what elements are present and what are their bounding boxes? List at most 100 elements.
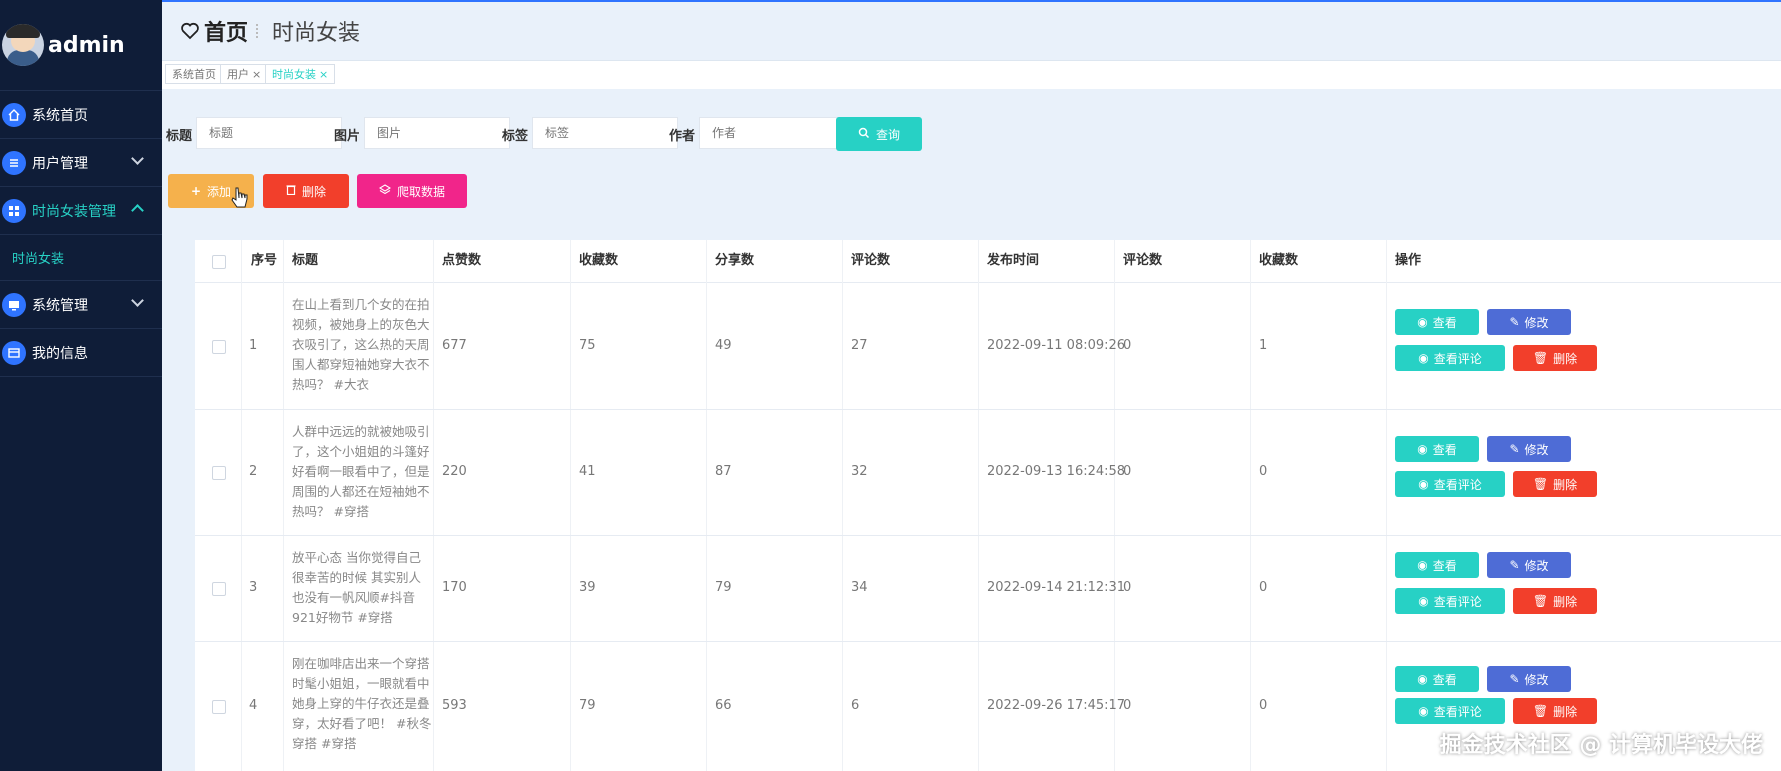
sidebar-item-home[interactable]: 系统首页 bbox=[0, 91, 162, 139]
button-label: 查询 bbox=[875, 127, 900, 142]
cell-index: 1 bbox=[249, 338, 258, 353]
row-delete-button[interactable]: 🗑 删除 bbox=[1513, 698, 1597, 724]
cell-comments: 32 bbox=[851, 464, 868, 479]
sidebar-item-system-management[interactable]: 系统管理 bbox=[0, 281, 162, 329]
button-label: 查看 bbox=[1432, 315, 1457, 330]
view-comments-button[interactable]: ◉ 查看评论 bbox=[1395, 588, 1505, 614]
layers-icon bbox=[378, 183, 392, 199]
select-all-checkbox[interactable] bbox=[212, 255, 226, 269]
cell-title: 人群中远远的就被她吸引了，这个小姐姐的斗篷好好看啊一眼看中了，但是周围的人都还在… bbox=[292, 424, 430, 519]
row-delete-button[interactable]: 🗑 删除 bbox=[1513, 345, 1597, 371]
button-label: 添加 bbox=[207, 184, 232, 199]
cell-title: 放平心态 当你觉得自己很幸苦的时候 其实别人也没有一帆风顺#抖音921好物节 #… bbox=[292, 550, 421, 625]
row-checkbox[interactable] bbox=[212, 582, 226, 596]
cell-likes: 677 bbox=[442, 338, 467, 353]
row-delete-button[interactable]: 🗑 删除 bbox=[1513, 471, 1597, 497]
breadcrumb-home[interactable]: 首页 bbox=[204, 15, 248, 47]
close-icon[interactable]: × bbox=[252, 68, 261, 81]
sidebar-item-fashion-management[interactable]: 时尚女装管理 bbox=[0, 187, 162, 235]
edit-button[interactable]: ✎ 修改 bbox=[1487, 552, 1571, 578]
list-icon bbox=[2, 150, 26, 175]
avatar[interactable] bbox=[2, 24, 44, 66]
close-icon[interactable]: × bbox=[319, 68, 328, 81]
tab-fashion[interactable]: 时尚女装 × bbox=[265, 64, 336, 84]
column-header-favorites: 收藏数 bbox=[579, 253, 619, 268]
search-image-label: 图片 bbox=[334, 129, 361, 144]
tab-user[interactable]: 用户 × bbox=[220, 64, 269, 84]
cell-shares: 87 bbox=[715, 464, 732, 479]
view-comments-button[interactable]: ◉ 查看评论 bbox=[1395, 345, 1505, 371]
brand: admin bbox=[0, 0, 162, 91]
view-button[interactable]: ◉ 查看 bbox=[1395, 552, 1479, 578]
row-checkbox[interactable] bbox=[212, 340, 226, 354]
cell-favorites: 79 bbox=[579, 698, 596, 713]
grid-icon bbox=[2, 198, 26, 223]
view-button[interactable]: ◉ 查看 bbox=[1395, 309, 1479, 335]
edit-icon: ✎ bbox=[1509, 442, 1520, 456]
trash-icon: 🗑 bbox=[1532, 351, 1549, 365]
search-image-input[interactable] bbox=[364, 117, 510, 149]
button-label: 修改 bbox=[1524, 442, 1549, 457]
cell-likes: 593 bbox=[442, 698, 467, 713]
cell-title: 在山上看到几个女的在拍视频，被她身上的灰色大衣吸引了，这么热的天周围人都穿短袖她… bbox=[292, 297, 430, 392]
page-header: 首页 时尚女装 bbox=[162, 2, 1781, 60]
query-button[interactable]: 查询 bbox=[836, 117, 922, 151]
button-label: 查看评论 bbox=[1433, 351, 1482, 366]
trash-icon: 🗑 bbox=[1532, 594, 1549, 608]
column-header-comments-2: 评论数 bbox=[1123, 253, 1163, 268]
cell-title: 刚在咖啡店出来一个穿搭时髦小姐姐，一眼就看中她身上穿的牛仔衣还是叠穿，太好看了吧… bbox=[292, 656, 432, 751]
cell-comments: 27 bbox=[851, 338, 868, 353]
view-comments-button[interactable]: ◉ 查看评论 bbox=[1395, 698, 1505, 724]
button-label: 查看 bbox=[1432, 558, 1457, 573]
sidebar-item-label: 系统首页 bbox=[32, 107, 88, 124]
crawl-data-button[interactable]: 爬取数据 bbox=[357, 174, 467, 208]
edit-icon: ✎ bbox=[1509, 558, 1520, 572]
cell-shares: 49 bbox=[715, 338, 732, 353]
column-header-published: 发布时间 bbox=[987, 253, 1040, 268]
row-delete-button[interactable]: 🗑 删除 bbox=[1513, 588, 1597, 614]
sidebar: admin 系统首页 用户管理 时尚女装管理 时尚女装 系统管理 我的信息 bbox=[0, 0, 162, 771]
edit-button[interactable]: ✎ 修改 bbox=[1487, 436, 1571, 462]
edit-button[interactable]: ✎ 修改 bbox=[1487, 309, 1571, 335]
eye-icon: ◉ bbox=[1418, 351, 1429, 365]
delete-button[interactable]: 删除 bbox=[263, 174, 349, 208]
heart-icon bbox=[181, 22, 199, 40]
data-table: 序号 标题 点赞数 收藏数 分享数 评论数 发布时间 评论数 收藏数 操作 1 … bbox=[195, 240, 1781, 771]
cell-comments: 6 bbox=[851, 698, 860, 713]
edit-button[interactable]: ✎ 修改 bbox=[1487, 666, 1571, 692]
row-checkbox[interactable] bbox=[212, 466, 226, 480]
tab-label: 时尚女装 bbox=[272, 68, 316, 81]
row-checkbox[interactable] bbox=[212, 700, 226, 714]
cell-index: 4 bbox=[249, 698, 258, 713]
view-button[interactable]: ◉ 查看 bbox=[1395, 666, 1479, 692]
sidebar-subitem-fashion[interactable]: 时尚女装 bbox=[0, 235, 162, 281]
search-author-input[interactable] bbox=[699, 117, 845, 149]
cell-index: 2 bbox=[249, 464, 258, 479]
button-label: 删除 bbox=[1553, 351, 1578, 366]
view-comments-button[interactable]: ◉ 查看评论 bbox=[1395, 471, 1505, 497]
search-icon bbox=[858, 127, 870, 142]
eye-icon: ◉ bbox=[1418, 594, 1429, 608]
trash-icon bbox=[286, 184, 296, 198]
eye-icon: ◉ bbox=[1418, 704, 1429, 718]
table-row: 1 在山上看到几个女的在拍视频，被她身上的灰色大衣吸引了，这么热的天周围人都穿短… bbox=[195, 283, 1781, 410]
cell-comments-2: 0 bbox=[1123, 338, 1132, 353]
view-button[interactable]: ◉ 查看 bbox=[1395, 436, 1479, 462]
search-tag-input[interactable] bbox=[532, 117, 678, 149]
search-title-input[interactable] bbox=[196, 117, 342, 149]
sidebar-item-label: 我的信息 bbox=[32, 345, 88, 362]
cell-favorites: 39 bbox=[579, 580, 596, 595]
trash-icon: 🗑 bbox=[1532, 477, 1549, 491]
eye-icon: ◉ bbox=[1417, 558, 1428, 572]
cell-comments-2: 0 bbox=[1123, 580, 1132, 595]
column-header-actions: 操作 bbox=[1395, 253, 1422, 268]
tab-system-home[interactable]: 系统首页 bbox=[165, 64, 223, 84]
sidebar-item-user-management[interactable]: 用户管理 bbox=[0, 139, 162, 187]
sidebar-item-my-info[interactable]: 我的信息 bbox=[0, 329, 162, 377]
cell-published: 2022-09-26 17:45:17 bbox=[987, 698, 1126, 713]
cell-comments: 34 bbox=[851, 580, 868, 595]
tab-label: 用户 bbox=[227, 68, 249, 81]
cell-favorites: 41 bbox=[579, 464, 596, 479]
eye-icon: ◉ bbox=[1417, 672, 1428, 686]
button-label: 查看评论 bbox=[1433, 477, 1482, 492]
